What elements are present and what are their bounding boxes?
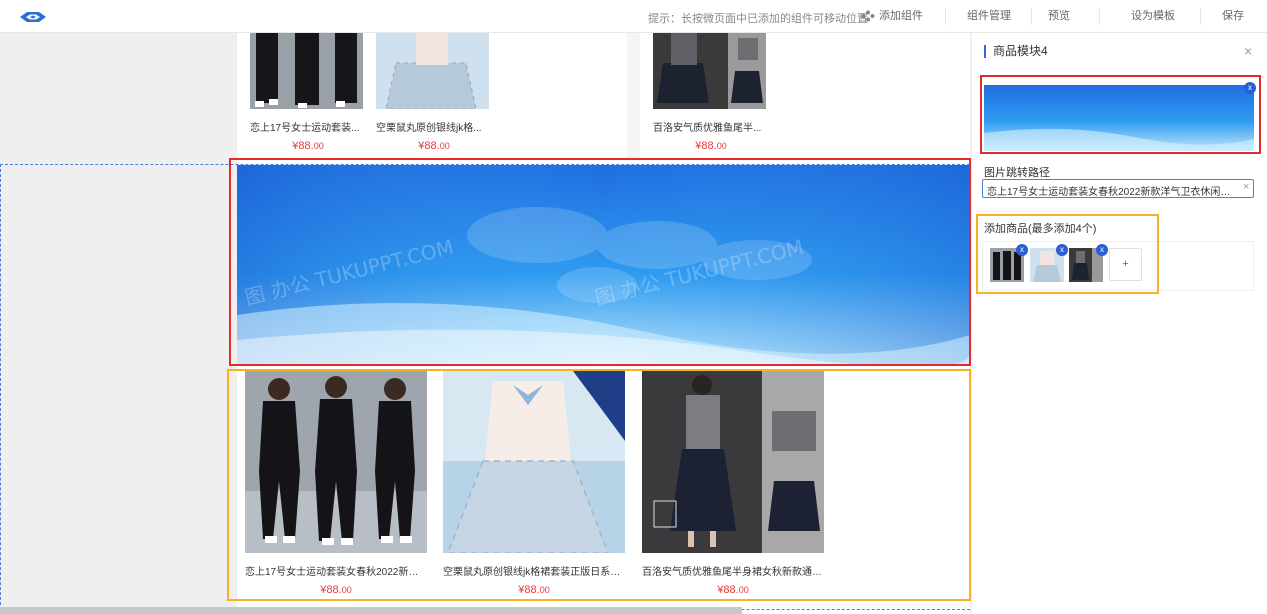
products-selection-highlight: [227, 369, 971, 601]
product-image: [250, 33, 363, 109]
product-card[interactable]: 百洛安气质优雅鱼尾半... ¥88.00: [653, 33, 769, 158]
remove-banner-icon[interactable]: x: [1244, 82, 1256, 94]
manage-components-button[interactable]: 组件管理: [960, 0, 1018, 33]
panel-title: 商品模块4: [984, 45, 1048, 58]
editor-canvas: 恋上17号女士运动套装... ¥88.00 空栗鼠丸原创银线jk格... ¥88…: [0, 33, 972, 614]
next-module-edge: [0, 607, 742, 614]
preview-button[interactable]: 预览: [1041, 0, 1077, 33]
product-image: [653, 33, 766, 109]
add-component-label: 添加组件: [879, 10, 923, 22]
divider: [1099, 8, 1100, 25]
product-price: ¥88.00: [695, 140, 727, 152]
components-icon: [861, 10, 875, 22]
image-path-field[interactable]: 恋上17号女士运动套装女春秋2022新款洋气卫衣休闲服秋...: [982, 179, 1254, 198]
module-settings-panel: 商品模块4 × x 图片跳转路径 恋上17号女士运动套装女春秋2022新款洋气卫…: [972, 33, 1267, 614]
product-card[interactable]: 空栗鼠丸原创银线jk格... ¥88.00: [376, 33, 492, 158]
image-path-label: 图片跳转路径: [984, 167, 1050, 179]
product-price: ¥88.00: [292, 140, 324, 152]
banner-thumbnail-highlight: [980, 75, 1261, 154]
product-card[interactable]: 恋上17号女士运动套装... ¥88.00: [250, 33, 366, 158]
divider: [945, 8, 946, 25]
clear-path-icon[interactable]: ×: [1243, 181, 1249, 193]
divider: [1031, 8, 1032, 25]
logo-icon: [20, 12, 46, 22]
set-template-button[interactable]: 设为模板: [1126, 0, 1180, 33]
product-name: 空栗鼠丸原创银线jk格...: [376, 123, 482, 134]
product-name: 百洛安气质优雅鱼尾半...: [653, 123, 762, 134]
page-gap: [627, 33, 640, 158]
top-toolbar: 提示：长按微页面中已添加的组件可移动位置 添加组件 组件管理 预览 设为模板 保…: [0, 0, 1267, 33]
hint-text: 提示：长按微页面中已添加的组件可移动位置: [648, 13, 868, 25]
product-image: [376, 33, 489, 109]
close-icon[interactable]: ×: [1244, 43, 1252, 59]
banner-selection-highlight: [229, 158, 971, 366]
product-price: ¥88.00: [418, 140, 450, 152]
divider: [1200, 8, 1201, 25]
add-component-button[interactable]: 添加组件: [858, 0, 926, 33]
goods-selection-highlight: [976, 214, 1159, 294]
product-name: 恋上17号女士运动套装...: [250, 123, 360, 134]
save-button[interactable]: 保存: [1218, 0, 1248, 33]
